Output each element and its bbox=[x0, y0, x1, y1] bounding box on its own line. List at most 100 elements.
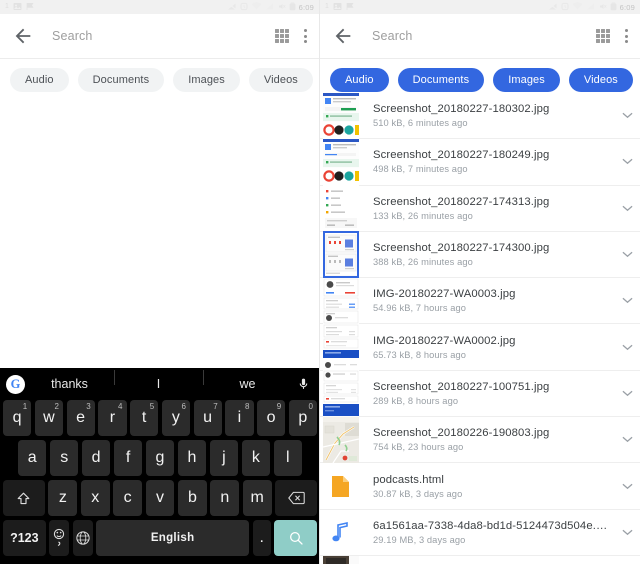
chevron-down-icon[interactable] bbox=[614, 529, 640, 536]
chevron-down-icon[interactable] bbox=[614, 251, 640, 258]
screenshot-thumbnail bbox=[322, 277, 359, 324]
key-o[interactable]: 9o bbox=[257, 400, 286, 436]
search-input[interactable]: Search bbox=[52, 29, 275, 43]
chevron-down-icon[interactable] bbox=[614, 112, 640, 119]
table-row[interactable]: podcasts.html 30.87 kB, 3 days ago bbox=[320, 463, 640, 510]
table-row[interactable]: Screenshot_20180227-180249.jpg 498 kB, 7… bbox=[320, 138, 640, 186]
key-f[interactable]: f bbox=[113, 440, 143, 476]
key-s[interactable]: s bbox=[49, 440, 79, 476]
file-name: Screenshot_20180227-180302.jpg bbox=[373, 103, 550, 116]
key-i[interactable]: 8i bbox=[225, 400, 254, 436]
table-row-partial[interactable] bbox=[320, 555, 640, 564]
more-vert-icon[interactable] bbox=[624, 28, 628, 44]
emoji-comma-key[interactable] bbox=[49, 520, 70, 556]
backspace-icon[interactable] bbox=[275, 480, 318, 516]
signal-icon bbox=[265, 2, 274, 13]
file-meta: Screenshot_20180227-174300.jpg 388 kB, 2… bbox=[361, 242, 614, 267]
photo-thumbnail bbox=[322, 555, 359, 564]
microphone-icon[interactable] bbox=[292, 376, 314, 392]
status-bar-left-icons: 1 bbox=[5, 2, 227, 13]
file-name: Screenshot_20180227-180249.jpg bbox=[373, 149, 550, 162]
no-signal-icon bbox=[226, 2, 237, 13]
chip-documents[interactable]: Documents bbox=[77, 68, 165, 93]
chip-audio[interactable]: Audio bbox=[330, 68, 389, 93]
file-results-list[interactable]: Screenshot_20180227-180302.jpg 510 kB, 6… bbox=[320, 93, 640, 564]
table-row[interactable]: Screenshot_20180227-174300.jpg 388 kB, 2… bbox=[320, 231, 640, 279]
language-globe-icon[interactable] bbox=[72, 520, 93, 556]
chip-documents[interactable]: Documents bbox=[397, 68, 485, 93]
key-e-label: e bbox=[76, 409, 86, 426]
key-q[interactable]: 1q bbox=[3, 400, 32, 436]
table-row[interactable]: Screenshot_20180227-100751.jpg 289 kB, 8… bbox=[320, 370, 640, 418]
key-d[interactable]: d bbox=[81, 440, 111, 476]
key-e[interactable]: 3e bbox=[66, 400, 95, 436]
file-meta: Screenshot_20180227-174313.jpg 133 kB, 2… bbox=[361, 196, 614, 221]
suggestion-2[interactable]: I bbox=[114, 370, 203, 391]
status-bar-clock: 6:09 bbox=[298, 2, 314, 12]
key-k[interactable]: k bbox=[241, 440, 271, 476]
key-j[interactable]: j bbox=[209, 440, 239, 476]
key-p[interactable]: 0p bbox=[288, 400, 317, 436]
table-row[interactable]: Screenshot_20180227-180302.jpg 510 kB, 6… bbox=[320, 93, 640, 140]
google-logo-icon[interactable]: G bbox=[6, 374, 25, 394]
space-key[interactable]: English bbox=[96, 520, 250, 556]
back-arrow-icon[interactable] bbox=[12, 25, 34, 47]
key-y[interactable]: 6y bbox=[161, 400, 190, 436]
key-g[interactable]: g bbox=[145, 440, 175, 476]
more-vert-icon[interactable] bbox=[303, 28, 307, 44]
suggestion-3[interactable]: we bbox=[203, 370, 292, 391]
table-row[interactable]: Screenshot_20180227-174313.jpg 133 kB, 2… bbox=[320, 185, 640, 232]
flag-icon bbox=[346, 2, 355, 13]
chevron-down-icon[interactable] bbox=[614, 390, 640, 397]
shift-icon[interactable] bbox=[3, 480, 45, 516]
key-z[interactable]: z bbox=[48, 480, 78, 516]
grid-view-icon[interactable] bbox=[596, 29, 610, 43]
key-x[interactable]: x bbox=[80, 480, 110, 516]
table-row[interactable]: 6a1561aa-7338-4da8-bd1d-5124473d504e.mp3… bbox=[320, 509, 640, 556]
key-b[interactable]: b bbox=[177, 480, 207, 516]
file-name: IMG-20180227-WA0002.jpg bbox=[373, 334, 516, 347]
table-row[interactable]: IMG-20180227-WA0003.jpg 54.96 kB, 7 hour… bbox=[320, 277, 640, 325]
chip-images[interactable]: Images bbox=[173, 68, 240, 93]
search-enter-key[interactable] bbox=[274, 520, 317, 556]
symbols-key[interactable]: ?123 bbox=[3, 520, 46, 556]
period-key[interactable]: . bbox=[252, 520, 271, 556]
key-l[interactable]: l bbox=[273, 440, 302, 476]
key-n[interactable]: n bbox=[210, 480, 240, 516]
chevron-down-icon[interactable] bbox=[614, 297, 640, 304]
back-arrow-icon[interactable] bbox=[332, 25, 354, 47]
key-c[interactable]: c bbox=[113, 480, 143, 516]
grid-view-icon[interactable] bbox=[275, 29, 289, 43]
key-h[interactable]: h bbox=[177, 440, 207, 476]
chip-videos[interactable]: Videos bbox=[248, 68, 313, 93]
file-meta: Screenshot_20180226-190803.jpg 754 kB, 2… bbox=[361, 427, 614, 452]
thumbnail bbox=[320, 370, 361, 417]
suggestion-1[interactable]: thanks bbox=[25, 377, 114, 391]
key-r-label: r bbox=[109, 409, 116, 426]
chip-images[interactable]: Images bbox=[493, 68, 560, 93]
key-w-label: w bbox=[43, 409, 55, 426]
battery-icon bbox=[289, 2, 296, 13]
table-row[interactable]: Screenshot_20180226-190803.jpg 754 kB, 2… bbox=[320, 416, 640, 464]
mute-icon bbox=[598, 2, 607, 13]
key-w[interactable]: 2w bbox=[34, 400, 63, 436]
chevron-down-icon[interactable] bbox=[614, 158, 640, 165]
chip-videos[interactable]: Videos bbox=[568, 68, 633, 93]
key-v[interactable]: v bbox=[145, 480, 175, 516]
chevron-down-icon[interactable] bbox=[614, 344, 640, 351]
key-a[interactable]: a bbox=[18, 440, 47, 476]
table-row[interactable]: IMG-20180227-WA0002.jpg 65.73 kB, 8 hour… bbox=[320, 323, 640, 371]
key-r[interactable]: 4r bbox=[98, 400, 127, 436]
search-input[interactable]: Search bbox=[372, 29, 596, 43]
status-bar-left-icons-right: 1 bbox=[325, 2, 548, 13]
thumbnail-selected bbox=[320, 231, 361, 278]
chevron-down-icon[interactable] bbox=[614, 436, 640, 443]
chip-audio[interactable]: Audio bbox=[10, 68, 69, 93]
key-u[interactable]: 7u bbox=[193, 400, 222, 436]
flag-icon bbox=[26, 2, 35, 13]
key-t[interactable]: 5t bbox=[130, 400, 159, 436]
right-phone-screen: 1 6:09 Search Audio Documents Images Vid… bbox=[320, 0, 640, 564]
key-m[interactable]: m bbox=[242, 480, 272, 516]
chevron-down-icon[interactable] bbox=[614, 205, 640, 212]
chevron-down-icon[interactable] bbox=[614, 483, 640, 490]
